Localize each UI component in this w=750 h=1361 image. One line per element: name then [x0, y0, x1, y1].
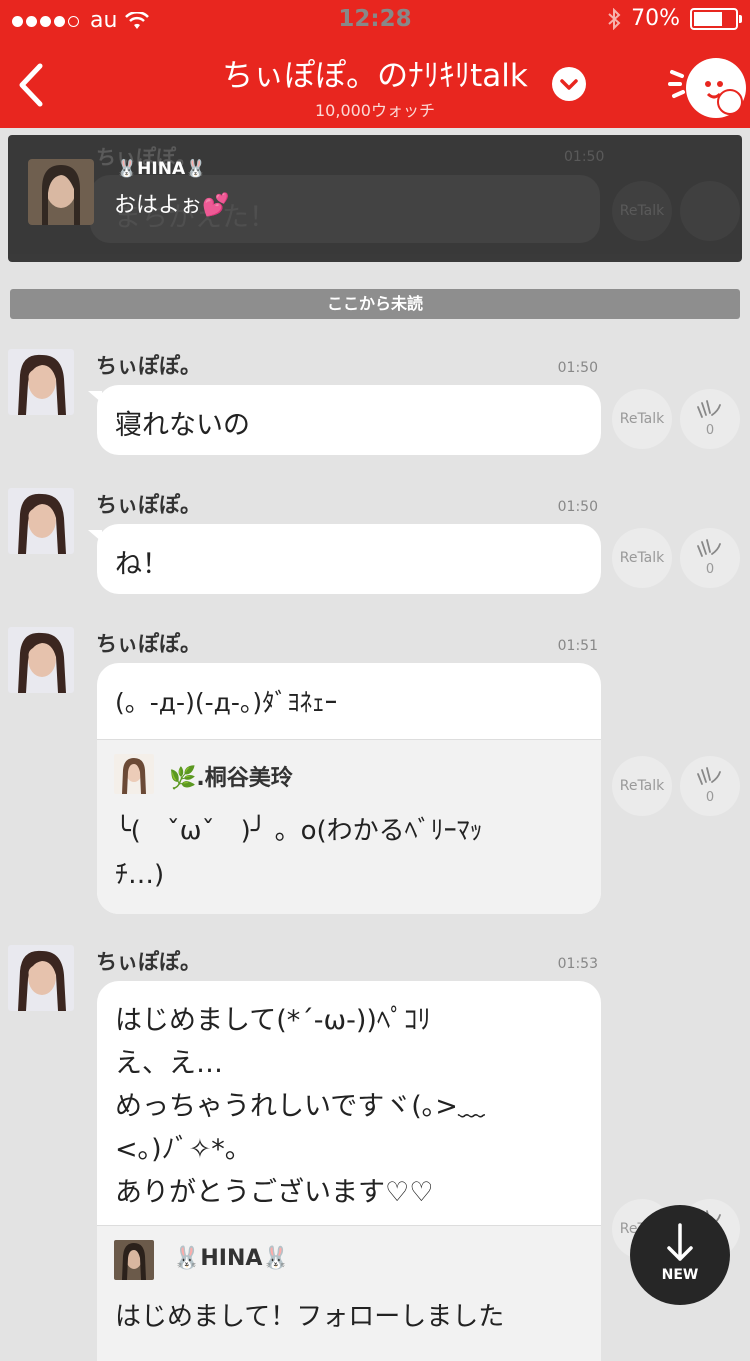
message-time: 01:50 — [557, 360, 598, 376]
retalk-button[interactable]: ReTalk — [612, 756, 672, 816]
ghost-time: 01:50 — [564, 149, 605, 165]
sender-name: ちぃぽぽ。 — [96, 354, 201, 378]
sender-avatar[interactable] — [8, 945, 74, 1011]
header-bar: au 12:28 70% ちぃぽぽ。のﾅﾘｷﾘtalk 10,000ウォッチ — [0, 0, 750, 128]
message-text: (。-д-)(-д-。)ﾀﾞﾖﾈｪｰ — [115, 688, 338, 717]
clap-icon — [697, 400, 721, 418]
sender-avatar[interactable] — [8, 488, 74, 554]
sender-name: ちぃぽぽ。 — [96, 950, 201, 974]
sender-avatar[interactable] — [8, 349, 74, 415]
watch-mascot-button[interactable] — [668, 50, 746, 122]
back-button[interactable] — [14, 62, 54, 108]
ghost-retalk: ReTalk — [612, 181, 672, 241]
retalk-button[interactable]: ReTalk — [612, 528, 672, 588]
message-time: 01:50 — [557, 499, 598, 515]
message-text: ね！ — [115, 549, 169, 580]
quoted-message[interactable]: 🌿.桐谷美玲 ╰( ˇωˇ )╯ 。o(わかるﾍﾞﾘｰﾏｯ ﾁ…) — [97, 739, 601, 914]
unread-divider: ここから未読 — [10, 289, 740, 319]
jump-to-new-button[interactable]: NEW — [630, 1205, 730, 1305]
message-text-line: え、え… — [115, 1048, 223, 1079]
quoted-message[interactable]: 🐰HINA🐰 はじめまして！フォローしました — [97, 1225, 601, 1361]
sender-name: ちぃぽぽ。 — [96, 632, 201, 656]
message-text-line: めっちゃうれしいですヾ(｡>﹏ — [115, 1091, 485, 1122]
quoted-text-line: ﾁ…) — [115, 860, 165, 890]
clap-count: 0 — [705, 423, 715, 438]
message-bubble[interactable]: はじめまして(*´-ω-))ﾍﾟｺﾘ え、え… めっちゃうれしいですヾ(｡>﹏ … — [97, 981, 601, 1361]
pinned-sender-name: 🐰HINA🐰 — [116, 159, 207, 179]
message-bubble[interactable]: 寝れないの — [88, 385, 601, 455]
pinned-avatar[interactable] — [28, 159, 94, 225]
status-bar: au 12:28 70% — [0, 0, 750, 40]
retalk-button[interactable]: ReTalk — [612, 389, 672, 449]
clap-button[interactable]: 0 — [680, 756, 740, 816]
message-text-line: ありがとうございます♡♡ — [115, 1177, 434, 1208]
message-bubble[interactable]: (。-д-)(-д-。)ﾀﾞﾖﾈｪｰ 🌿.桐谷美玲 ╰( ˇωˇ )╯ 。o(わ… — [97, 663, 601, 914]
quoted-avatar — [114, 754, 154, 794]
quoted-sender-name: 🌿.桐谷美玲 — [169, 766, 293, 791]
quoted-text-line: ╰( ˇωˇ )╯ 。o(わかるﾍﾞﾘｰﾏｯ — [115, 816, 483, 846]
message-text: 寝れないの — [115, 410, 250, 441]
sender-name: ちぃぽぽ。 — [96, 493, 201, 517]
quoted-text-line: はじめまして！フォローしました — [115, 1302, 505, 1332]
message-text-line: <｡)ﾉﾞ✧*。 — [115, 1134, 252, 1165]
message-time: 01:53 — [557, 956, 598, 972]
clap-count: 0 — [705, 790, 715, 805]
bluetooth-icon — [608, 7, 621, 30]
title-dropdown-button[interactable] — [552, 67, 586, 101]
battery-percent: 70% — [631, 6, 680, 31]
ghost-clap — [680, 181, 740, 241]
clap-icon — [697, 767, 721, 785]
message-time: 01:51 — [557, 638, 598, 654]
new-label: NEW — [661, 1267, 699, 1283]
clap-icon — [697, 539, 721, 557]
clap-button[interactable]: 0 — [680, 389, 740, 449]
quoted-avatar — [114, 1240, 154, 1280]
message-bubble[interactable]: ね！ — [88, 524, 601, 594]
battery-icon — [690, 7, 742, 30]
quoted-sender-name: 🐰HINA🐰 — [173, 1246, 290, 1271]
talk-title: ちぃぽぽ。のﾅﾘｷﾘtalk — [222, 58, 528, 94]
pinned-message-banner[interactable]: ちぃぽぽ。 01:50 まちがえた！ ReTalk 🐰HINA🐰 おはよぉ💕 — [8, 135, 742, 262]
message-text-line: はじめまして(*´-ω-))ﾍﾟｺﾘ — [115, 1005, 431, 1036]
arrow-down-icon — [667, 1223, 693, 1261]
watch-count: 10,000ウォッチ — [315, 101, 435, 120]
sender-avatar[interactable] — [8, 627, 74, 693]
clap-button[interactable]: 0 — [680, 528, 740, 588]
chevron-down-icon — [560, 79, 578, 90]
clap-count: 0 — [705, 562, 715, 577]
pinned-message-text: おはよぉ💕 — [114, 193, 230, 218]
